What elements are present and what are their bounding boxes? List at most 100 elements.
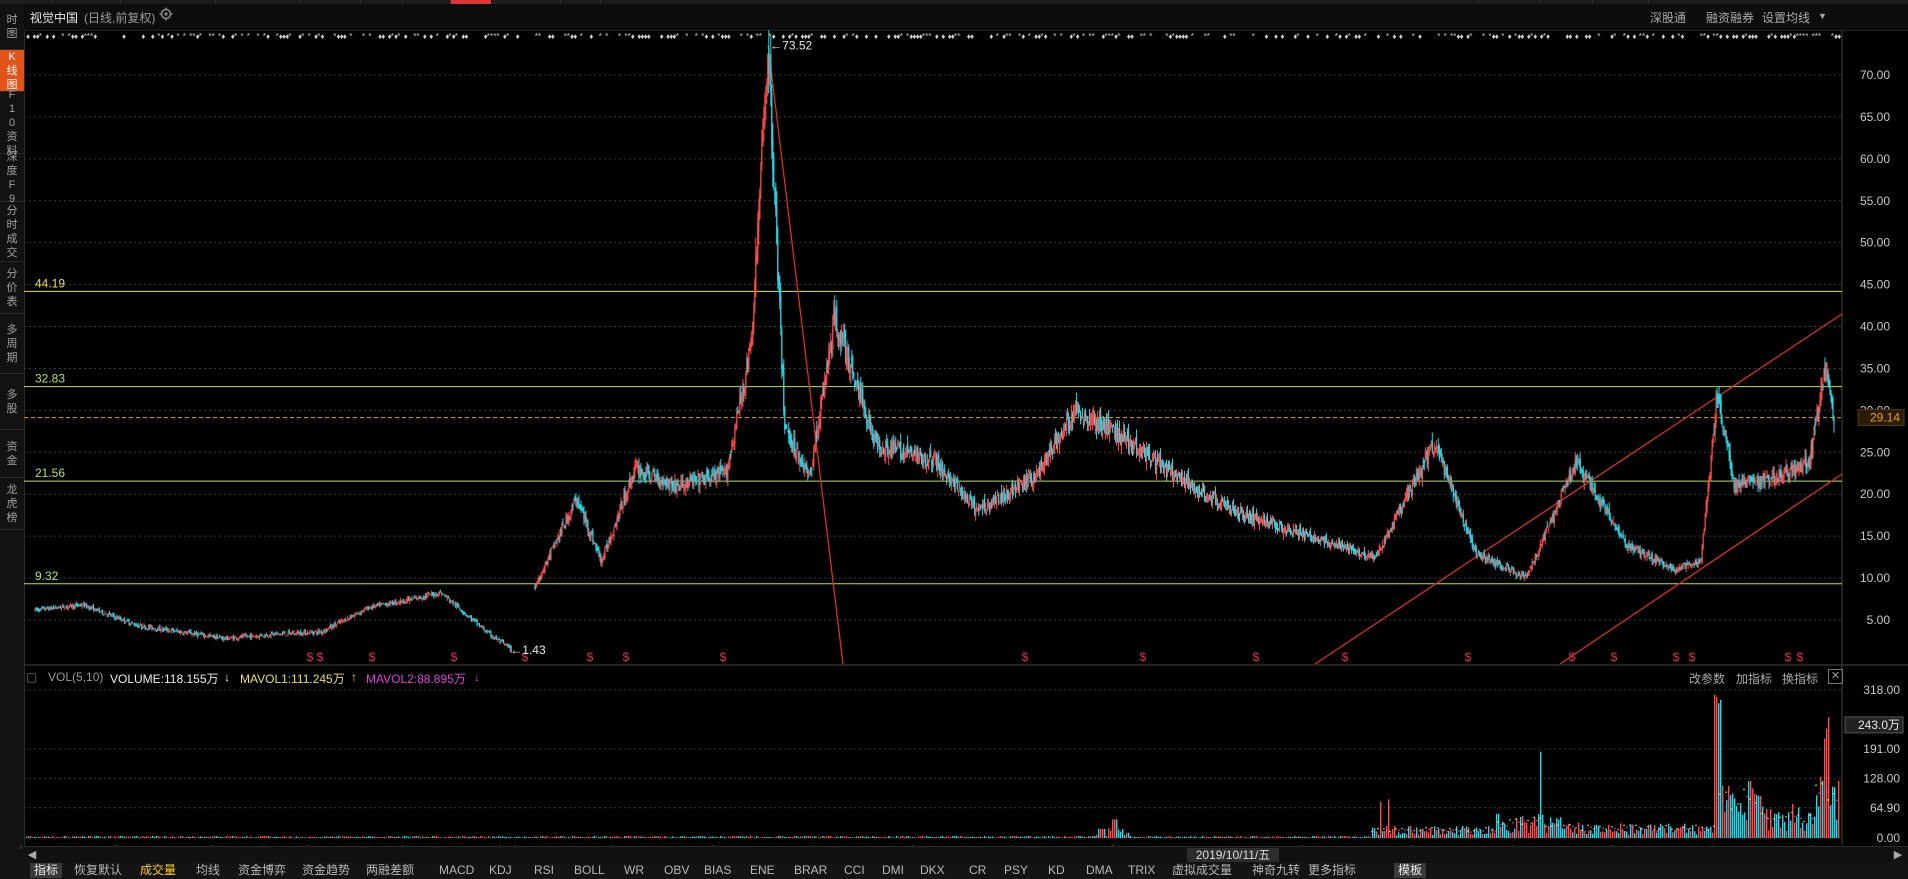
candle-body	[178, 631, 180, 634]
vol-indicator-name[interactable]: VOL(5,10)	[48, 670, 103, 684]
candle-body	[1469, 528, 1471, 539]
scroll-right-icon[interactable]: ▶	[1892, 848, 1904, 862]
volume-bar	[1624, 830, 1626, 838]
volume-bar	[1032, 837, 1034, 838]
volume-bar	[614, 836, 616, 838]
volume-bar	[1472, 834, 1474, 838]
candle-body	[1746, 480, 1748, 488]
mavol1-point	[1821, 782, 1823, 785]
mavol2-point	[1464, 829, 1466, 832]
candle-body	[642, 470, 644, 476]
mavol1-point	[1809, 814, 1811, 817]
indicator-tab[interactable]: BIAS	[704, 863, 731, 878]
volume-bar	[1778, 812, 1780, 838]
volume-bar	[1656, 832, 1658, 838]
close-icon[interactable]: ✕	[1828, 669, 1843, 684]
volume-bar	[864, 837, 866, 838]
volume-bar	[1090, 836, 1092, 838]
indicator-tab[interactable]: 两融差额	[366, 863, 414, 878]
volume-bar	[152, 835, 154, 838]
candle-body	[1345, 546, 1347, 551]
swap-indicator-button[interactable]: 换指标	[1782, 670, 1818, 687]
candle-body	[161, 627, 163, 632]
indicator-tab[interactable]: OBV	[664, 863, 689, 878]
volume-bar	[212, 836, 214, 838]
volume-bar	[266, 836, 268, 838]
candle-body	[101, 610, 103, 612]
volume-bar	[1056, 837, 1058, 838]
volume-bar	[132, 836, 134, 838]
indicator-tab[interactable]: 成交量	[140, 863, 176, 878]
volume-bar	[1782, 814, 1784, 838]
volume-bar	[1600, 831, 1602, 838]
candle-body	[1618, 529, 1620, 534]
volume-bar	[1160, 836, 1162, 838]
candle-body	[1682, 564, 1684, 567]
candle-body	[173, 629, 175, 632]
indicator-tab[interactable]: 指标	[30, 863, 63, 878]
candle-body	[422, 596, 424, 599]
candle-body	[540, 576, 542, 581]
mavol1-point	[1473, 829, 1475, 832]
kline-chart[interactable]: 44.1932.8321.569.32 $ $ $ $ $ $ $ $ $ $ $ $ $ $ $ $ $ $ $ …	[0, 0, 1908, 879]
candle-body	[581, 509, 583, 511]
scroll-left-icon[interactable]: ◀	[26, 848, 38, 862]
volume-bar	[308, 836, 310, 838]
volume-bar	[1338, 837, 1340, 838]
mavol2-point	[1830, 804, 1832, 807]
indicator-tab[interactable]: RSI	[534, 863, 554, 878]
volume-bar	[378, 837, 380, 838]
mavol2-point	[1422, 831, 1424, 833]
time-scrollbar[interactable]: ◀ 2019/10/11/五 ▶	[24, 846, 1908, 863]
candle-body	[998, 494, 1000, 502]
candle-body	[1110, 425, 1113, 427]
volume-bar	[1436, 829, 1438, 838]
volume-bar	[984, 836, 986, 838]
indicator-tab[interactable]: 资金博弈	[238, 863, 286, 878]
candle-body	[246, 636, 248, 638]
event-marker: $	[587, 650, 594, 664]
candle-body	[113, 614, 115, 617]
volume-bar	[32, 837, 34, 838]
indicator-tab[interactable]: WR	[624, 863, 644, 878]
candle-body	[1822, 385, 1824, 388]
mavol1-point	[1653, 829, 1655, 831]
candle-body	[389, 601, 391, 605]
volume-bar	[1046, 837, 1048, 838]
volume-bar	[714, 836, 716, 838]
volume-bar	[898, 837, 900, 839]
volume-bar	[880, 837, 882, 838]
candle-body	[93, 605, 95, 611]
indicator-tab[interactable]: KDJ	[489, 863, 512, 878]
volume-bar	[976, 837, 978, 838]
volume-bar	[954, 836, 956, 838]
indicator-tab[interactable]: 恢复默认	[74, 863, 122, 878]
indicator-tab[interactable]: MACD	[439, 863, 474, 878]
indicator-tab[interactable]: 均线	[196, 863, 220, 878]
candle-body	[440, 590, 442, 593]
top-event-mark: *	[1437, 32, 1440, 41]
volume-bar	[442, 837, 444, 838]
volume-bar	[796, 836, 798, 838]
change-params-button[interactable]: 改参数	[1689, 670, 1725, 687]
volume-bar	[310, 836, 312, 838]
indicator-tab[interactable]: BOLL	[574, 863, 605, 878]
candle-body	[240, 635, 242, 638]
candle-body	[251, 634, 253, 639]
square-icon[interactable]: ▢	[26, 670, 37, 684]
volume-bar	[1210, 836, 1212, 838]
volume-bar	[1120, 831, 1122, 838]
volume-bar	[1234, 837, 1236, 839]
candle-body	[232, 636, 234, 640]
add-indicator-button[interactable]: 加指标	[1736, 670, 1772, 687]
candle-body	[1314, 537, 1316, 543]
indicator-tab[interactable]: 资金趋势	[302, 863, 350, 878]
volume-bar	[1004, 836, 1006, 838]
candle-body	[60, 606, 62, 609]
candle-body	[852, 356, 854, 376]
volume-indicator-bar: ▢ VOL(5,10) VOLUME:118.155万 ↓ MAVOL1:111…	[24, 667, 1884, 687]
candle-body	[68, 604, 70, 607]
candle-body	[565, 516, 567, 525]
candle-body	[707, 470, 709, 474]
scroll-thumb-date[interactable]: 2019/10/11/五	[1187, 848, 1279, 862]
